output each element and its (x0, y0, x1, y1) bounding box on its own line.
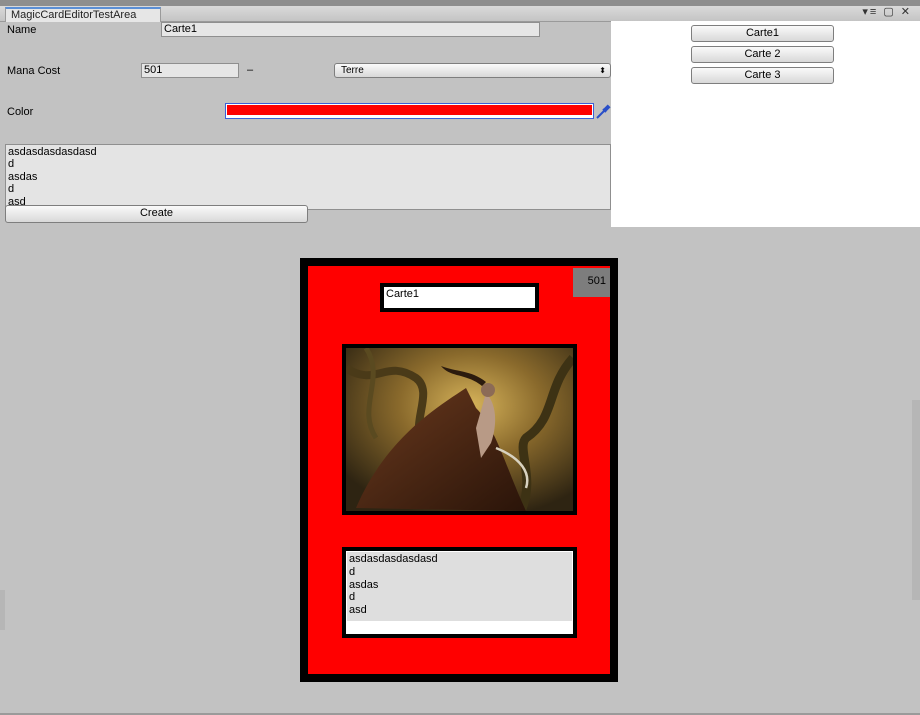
mana-cost-field[interactable]: 501 (141, 63, 239, 78)
card-type-value: Terre (341, 65, 364, 76)
card-list-button[interactable]: Carte1 (691, 25, 834, 42)
card-artwork (346, 348, 573, 511)
card-cost-badge: 501 (573, 268, 610, 297)
name-label: Name (7, 24, 37, 36)
mana-cost-label: Mana Cost (7, 65, 61, 77)
card-text-frame: asdasdasdasdasd d asdas d asd (342, 547, 577, 638)
create-button[interactable]: Create (5, 205, 308, 223)
side-panel-edge (912, 400, 920, 600)
card-name-frame: Carte1 (380, 283, 539, 312)
card-list-button[interactable]: Carte 2 (691, 46, 834, 63)
mana-separator: – (247, 64, 254, 76)
eyedropper-icon[interactable] (595, 103, 611, 120)
card-name: Carte1 (384, 287, 535, 308)
description-textarea[interactable]: asdasdasdasdasd d asdas d asd (5, 144, 611, 210)
color-swatch (227, 105, 592, 115)
tab-magiccardeditor[interactable]: MagicCardEditorTestArea (5, 7, 161, 22)
name-field[interactable]: Carte1 (161, 22, 540, 37)
card-list-panel: Carte1 Carte 2 Carte 3 (611, 21, 920, 227)
color-label: Color (7, 106, 34, 118)
card-art-frame (342, 344, 577, 515)
card-text: asdasdasdasdasd d asdas d asd (347, 552, 572, 621)
window-controls[interactable]: ▾≡ ▢ ✕ (862, 5, 912, 18)
card-list-button[interactable]: Carte 3 (691, 67, 834, 84)
color-field[interactable] (225, 103, 594, 119)
card-text-box: asdasdasdasdasd d asdas d asd (346, 551, 573, 634)
side-panel-edge (0, 590, 5, 630)
select-arrows-icon: ⬍ (599, 66, 606, 75)
card-type-select[interactable]: Terre ⬍ (334, 63, 611, 78)
card-cost: 501 (587, 275, 606, 287)
